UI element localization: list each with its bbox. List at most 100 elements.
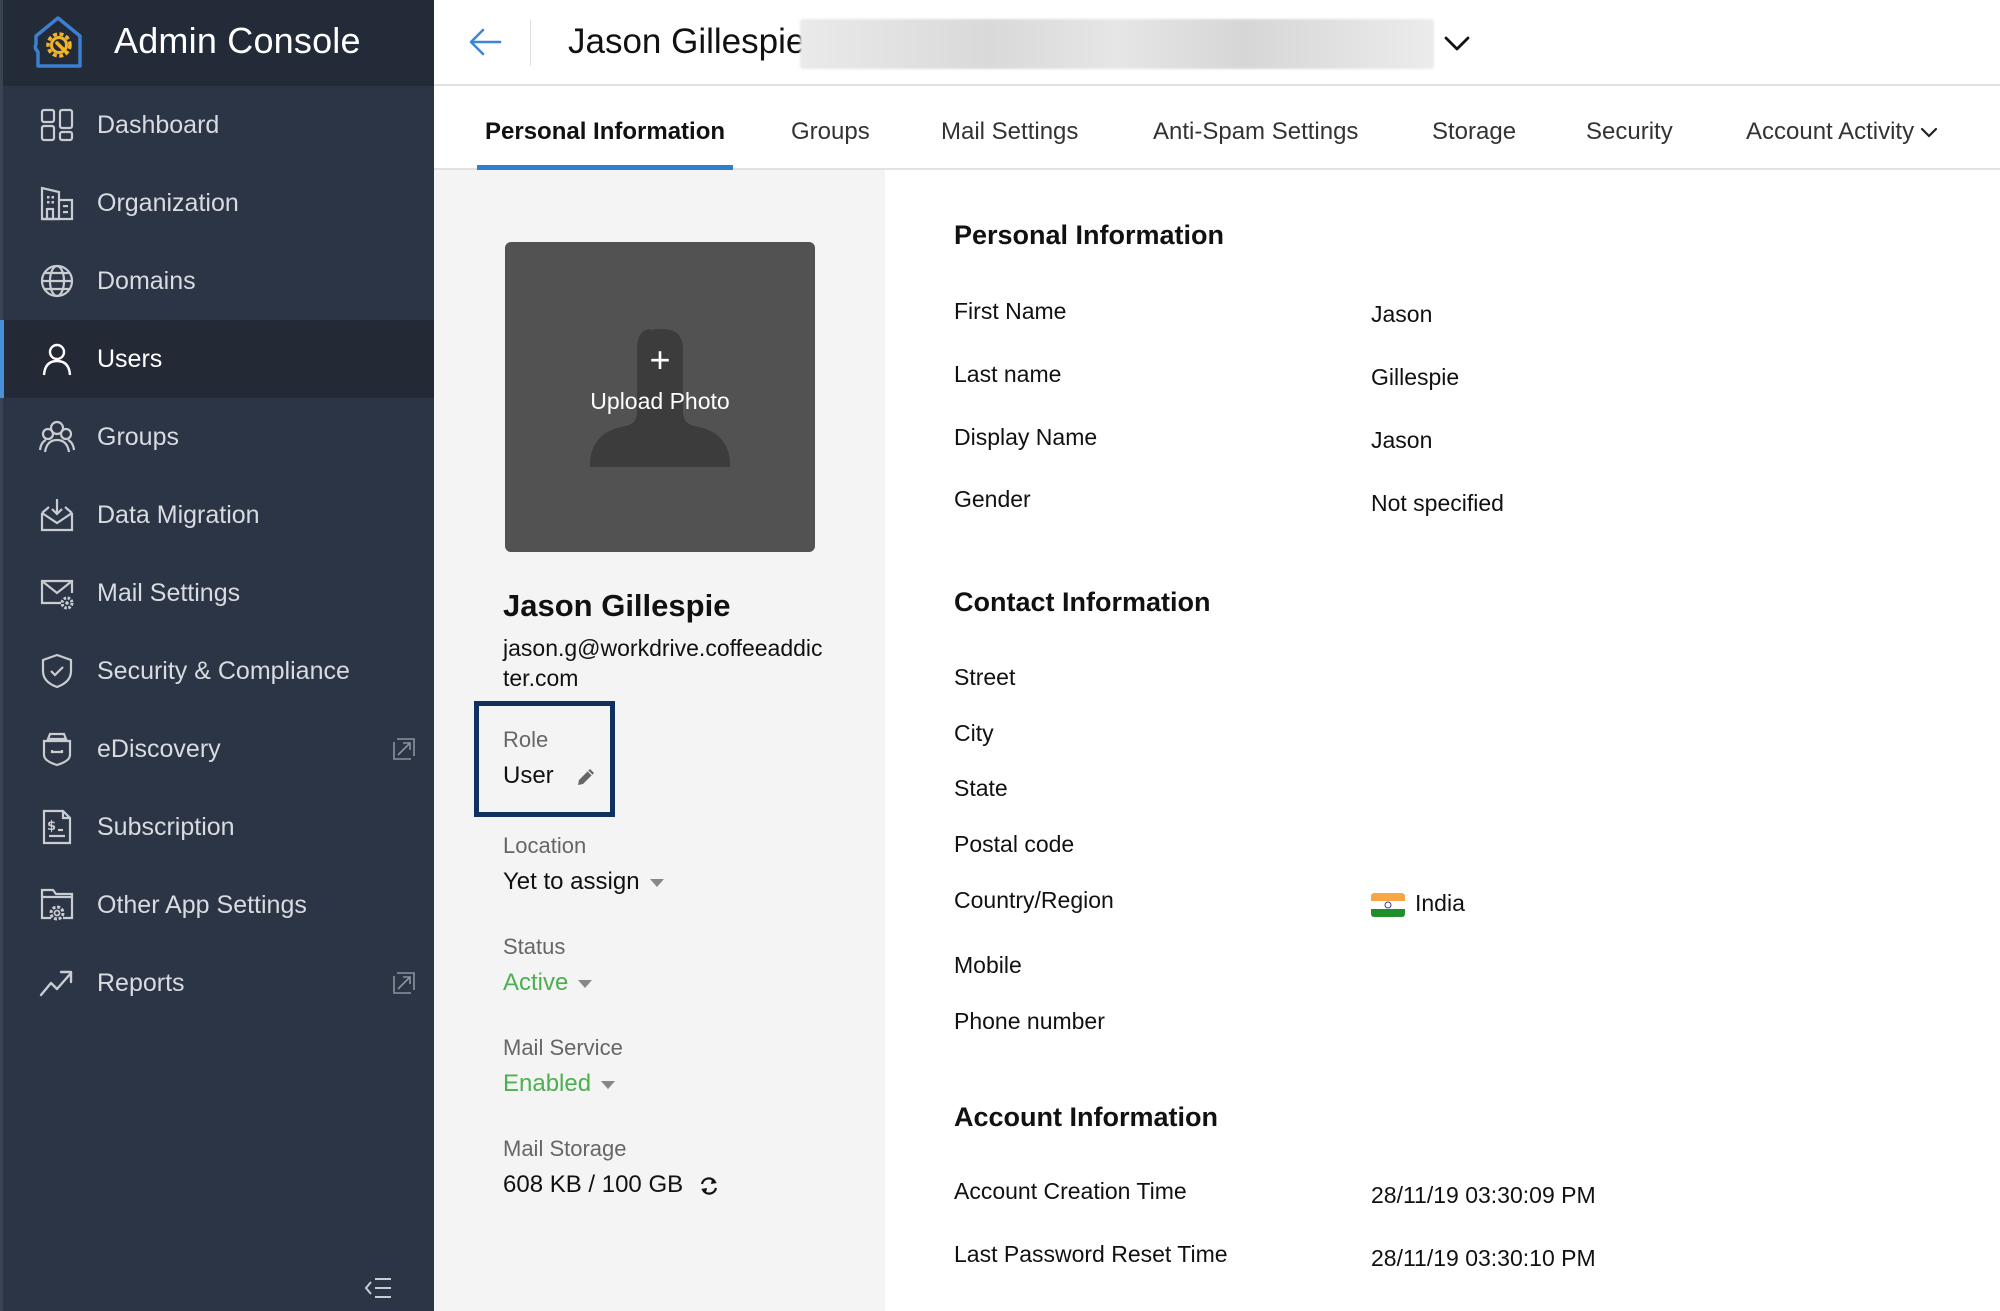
- tab-account-activity[interactable]: Account Activity: [1746, 86, 1938, 168]
- sidebar-item-security-compliance[interactable]: Security & Compliance: [3, 632, 434, 710]
- arrow-left-icon: [469, 28, 502, 56]
- user-icon: [39, 341, 75, 377]
- sidebar-item-label: Domains: [97, 266, 196, 295]
- mail-storage-value: 608 KB / 100 GB: [503, 1171, 684, 1198]
- mail-service-dropdown[interactable]: Enabled: [503, 1070, 616, 1098]
- upload-photo-label: Upload Photo: [590, 388, 730, 414]
- account-creation-time-label: Account Creation Time: [954, 1178, 1187, 1204]
- user-title: Jason Gillespie: [568, 22, 806, 61]
- folder-gear-icon: [39, 887, 75, 923]
- tab-personal-information[interactable]: Personal Information: [476, 86, 734, 170]
- country-region-value: India: [1371, 890, 1465, 917]
- phone-number-label: Phone number: [954, 1008, 1105, 1034]
- mobile-label: Mobile: [954, 952, 1022, 978]
- invoice-icon: $: [39, 809, 75, 845]
- status-dropdown[interactable]: Active: [503, 969, 593, 997]
- india-flag-icon: [1371, 892, 1405, 917]
- status-value: Active: [503, 969, 569, 996]
- role-value: User: [503, 762, 554, 789]
- sidebar-item-label: eDiscovery: [97, 734, 221, 763]
- caret-down-icon: [578, 979, 593, 988]
- personal-information-heading: Personal Information: [954, 220, 1225, 250]
- display-name-label: Display Name: [954, 424, 1098, 450]
- sidebar-item-label: Other App Settings: [97, 890, 307, 919]
- sidebar-item-label: Security & Compliance: [97, 656, 350, 685]
- admin-console-app: Admin Console Dashboard Organization Dom…: [0, 0, 2000, 1311]
- chevron-down-icon: [1920, 127, 1938, 138]
- street-label: Street: [954, 664, 1016, 690]
- plus-icon: +: [649, 339, 671, 380]
- user-tabs: Personal Information Groups Mail Setting…: [434, 86, 2000, 170]
- account-information-heading: Account Information: [954, 1102, 1218, 1132]
- edit-pencil-icon[interactable]: [576, 767, 596, 787]
- admin-console-logo-icon: [28, 12, 88, 72]
- sidebar-item-organization[interactable]: Organization: [3, 164, 434, 242]
- role-label: Role: [503, 727, 549, 752]
- sidebar-item-mail-settings[interactable]: Mail Settings: [3, 554, 434, 632]
- external-link-icon[interactable]: [393, 738, 415, 760]
- tab-mail-settings[interactable]: Mail Settings: [941, 86, 1078, 168]
- state-label: State: [954, 775, 1008, 801]
- sidebar-item-label: Data Migration: [97, 500, 260, 529]
- role-highlight-box: [474, 701, 615, 817]
- sidebar-item-label: Mail Settings: [97, 578, 241, 607]
- collapse-sidebar-icon[interactable]: [363, 1276, 393, 1300]
- header-divider: [530, 20, 531, 66]
- last-name-label: Last name: [954, 361, 1062, 387]
- sidebar-item-reports[interactable]: Reports: [3, 944, 434, 1022]
- last-name-value: Gillespie: [1371, 364, 1460, 390]
- role-field: User: [503, 762, 596, 790]
- gender-value: Not specified: [1371, 490, 1504, 516]
- mail-service-value: Enabled: [503, 1070, 592, 1097]
- svg-text:$: $: [47, 819, 56, 834]
- sidebar-item-label: Reports: [97, 968, 185, 997]
- country-region-label: Country/Region: [954, 887, 1114, 913]
- caret-down-icon: [649, 878, 664, 887]
- back-button[interactable]: [468, 24, 504, 60]
- sidebar-item-label: Subscription: [97, 812, 235, 841]
- tab-security[interactable]: Security: [1586, 86, 1673, 168]
- building-icon: [39, 185, 75, 221]
- brand-header: Admin Console: [3, 0, 434, 86]
- sidebar-item-domains[interactable]: Domains: [3, 242, 434, 320]
- profile-email: jason.g@workdrive.coffeeaddicter.com: [503, 635, 823, 691]
- sidebar-item-subscription[interactable]: $ Subscription: [3, 788, 434, 866]
- refresh-icon[interactable]: [698, 1175, 720, 1197]
- page-header: Jason Gillespie: [434, 0, 2000, 86]
- sidebar-item-label: Dashboard: [97, 110, 220, 139]
- sidebar-nav: Dashboard Organization Domains Users Gro…: [0, 86, 434, 1022]
- tab-label: Account Activity: [1746, 118, 1915, 145]
- display-name-value: Jason: [1371, 427, 1433, 453]
- shield-check-icon: [39, 653, 75, 689]
- sidebar-item-label: Groups: [97, 422, 179, 451]
- sidebar-item-groups[interactable]: Groups: [3, 398, 434, 476]
- last-password-reset-label: Last Password Reset Time: [954, 1241, 1228, 1267]
- mail-gear-icon: [39, 575, 75, 611]
- postal-code-label: Postal code: [954, 831, 1075, 857]
- city-label: City: [954, 720, 994, 746]
- location-dropdown[interactable]: Yet to assign: [503, 868, 664, 896]
- tab-storage[interactable]: Storage: [1432, 86, 1516, 168]
- sidebar-item-label: Organization: [97, 188, 239, 217]
- chevron-down-icon[interactable]: [1442, 30, 1472, 56]
- location-value: Yet to assign: [503, 868, 640, 895]
- globe-icon: [39, 263, 75, 299]
- profile-panel: + Upload Photo Jason Gillespie jason.g@w…: [434, 170, 885, 1311]
- sidebar-item-data-migration[interactable]: Data Migration: [3, 476, 434, 554]
- ediscovery-icon: [39, 731, 75, 767]
- app-title: Admin Console: [114, 20, 361, 61]
- account-creation-time-value: 28/11/19 03:30:09 PM: [1371, 1182, 1596, 1208]
- profile-name: Jason Gillespie: [503, 588, 731, 623]
- sidebar-item-users[interactable]: Users: [0, 320, 434, 398]
- tab-anti-spam-settings[interactable]: Anti-Spam Settings: [1153, 86, 1358, 168]
- external-link-icon[interactable]: [393, 972, 415, 994]
- inbox-download-icon: [39, 497, 75, 533]
- trend-up-icon: [39, 965, 75, 1001]
- sidebar: Admin Console Dashboard Organization Dom…: [0, 0, 434, 1311]
- sidebar-item-other-app-settings[interactable]: Other App Settings: [3, 866, 434, 944]
- sidebar-item-dashboard[interactable]: Dashboard: [3, 86, 434, 164]
- redacted-region: [800, 19, 1434, 69]
- tab-groups[interactable]: Groups: [791, 86, 870, 168]
- sidebar-item-ediscovery[interactable]: eDiscovery: [3, 710, 434, 788]
- upload-photo-button[interactable]: + Upload Photo: [505, 242, 815, 552]
